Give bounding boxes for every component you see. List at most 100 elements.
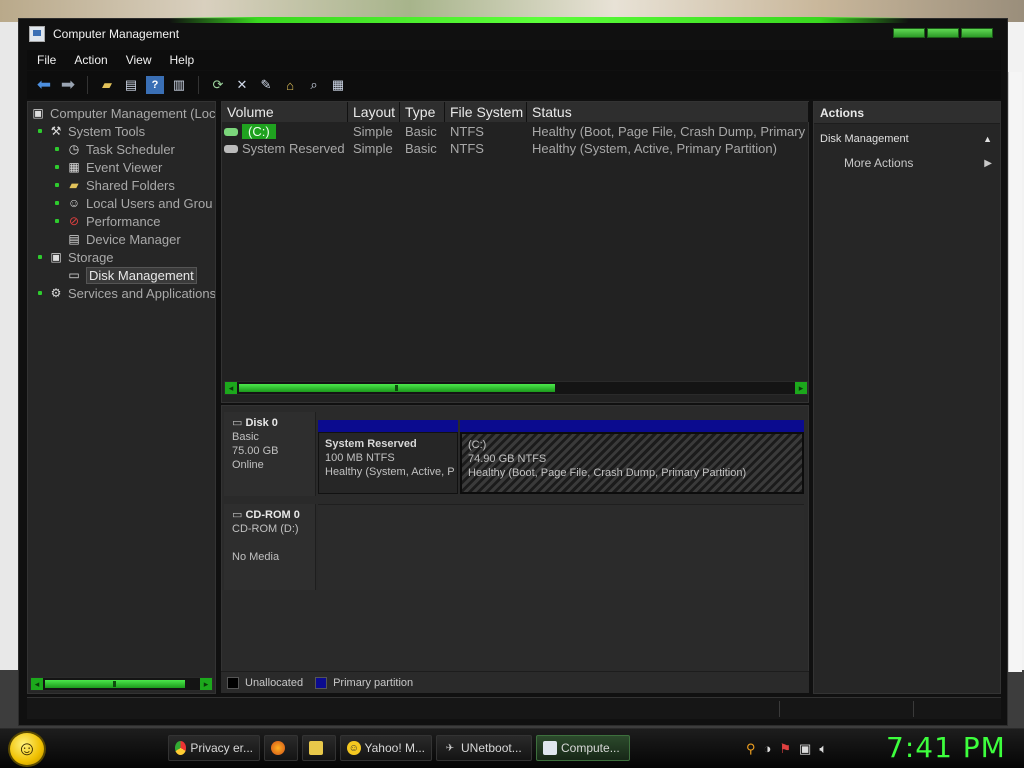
folder-up-icon[interactable]: ▰ xyxy=(98,76,116,94)
tree-horizontal-scrollbar[interactable]: ◂ ▸ xyxy=(30,677,213,691)
taskbar-item-chrome[interactable]: Privacy er... xyxy=(168,735,260,761)
desktop-vertical-scrollbar[interactable] xyxy=(1008,72,1022,672)
tree-expander[interactable] xyxy=(55,147,59,151)
scroll-right-button[interactable]: ▸ xyxy=(795,382,807,394)
drive-icon xyxy=(224,144,238,153)
tree-expander[interactable] xyxy=(55,183,59,187)
close-button[interactable] xyxy=(961,28,993,38)
system-tray: ⚲ ◑ ⚑ ▣ 🔈︎ xyxy=(746,741,827,757)
tree-item-shared-folders[interactable]: ▰ Shared Folders xyxy=(66,176,175,194)
tree-item-event-viewer[interactable]: ▦ Event Viewer xyxy=(66,158,162,176)
menu-view[interactable]: View xyxy=(126,53,152,67)
scroll-left-button[interactable]: ◂ xyxy=(225,382,237,394)
actions-section-disk-management[interactable]: Disk Management ▲ xyxy=(814,130,1000,148)
column-header-type[interactable]: Type xyxy=(400,102,445,122)
edit-icon[interactable]: ✎ xyxy=(257,76,275,94)
taskbar-item-unetbootin[interactable]: ✈ UNetboot... xyxy=(436,735,532,761)
partition-status: Healthy (System, Active, P xyxy=(325,466,455,478)
cdrom-0-label[interactable]: ▭ CD-ROM 0 CD-ROM (D:) No Media xyxy=(224,504,316,590)
task-label: UNetboot... xyxy=(461,741,522,755)
tree-expander[interactable] xyxy=(55,201,59,205)
tree-item-local-users[interactable]: ☺ Local Users and Grou xyxy=(66,194,213,212)
computer-management-window: Computer Management File Action View Hel… xyxy=(18,17,1008,726)
search-icon[interactable]: ⚲ xyxy=(746,741,756,757)
messenger-status-icon[interactable]: ◑ xyxy=(764,741,772,757)
properties-icon[interactable]: ▤ xyxy=(122,76,140,94)
partition-name: (C:) xyxy=(468,439,487,451)
tree-expander[interactable] xyxy=(38,255,42,259)
taskbar: ☺ Privacy er... ☺ Yahoo! M... ✈ UNetboot… xyxy=(0,728,1024,768)
search-icon[interactable]: ⌕ xyxy=(305,76,323,94)
refresh-icon[interactable]: ⟳ xyxy=(209,76,227,94)
partition-c-drive[interactable]: (C:) 74.90 GB NTFS Healthy (Boot, Page F… xyxy=(460,432,804,494)
column-header-volume[interactable]: Volume xyxy=(222,102,348,122)
menu-file[interactable]: File xyxy=(37,53,56,67)
computer-management-icon xyxy=(29,26,45,42)
taskbar-clock[interactable]: 7:41 PM xyxy=(886,731,1006,764)
forward-icon[interactable]: ➡ xyxy=(59,75,77,94)
window-controls xyxy=(893,28,993,38)
tree-item-services-applications[interactable]: ⚙ Services and Applications xyxy=(48,284,215,302)
maximize-button[interactable] xyxy=(927,28,959,38)
status-divider xyxy=(779,701,780,717)
tree-expander[interactable] xyxy=(38,129,42,133)
disk-graphical-view: ▭ Disk 0 Basic 75.00 GB Online System Re… xyxy=(221,405,809,693)
volume-list-horizontal-scrollbar[interactable]: ◂ ▸ xyxy=(224,381,808,395)
open-icon[interactable]: ⌂ xyxy=(281,76,299,94)
action-center-flag-icon[interactable]: ⚑ xyxy=(779,741,791,757)
collapse-icon[interactable]: ▲ xyxy=(983,134,992,144)
partition-status: Healthy (Boot, Page File, Crash Dump, Pr… xyxy=(468,467,747,479)
minimize-button[interactable] xyxy=(893,28,925,38)
tree-expander[interactable] xyxy=(55,165,59,169)
taskbar-item-yahoo-messenger[interactable]: ☺ Yahoo! M... xyxy=(340,735,432,761)
disk-0-label[interactable]: ▭ Disk 0 Basic 75.00 GB Online xyxy=(224,412,316,496)
taskbar-item-explorer[interactable] xyxy=(302,735,336,761)
taskbar-item-firefox[interactable] xyxy=(264,735,298,761)
network-icon[interactable]: ▣ xyxy=(799,741,811,757)
console-tree-icon[interactable]: ▥ xyxy=(170,76,188,94)
tree-item-storage[interactable]: ▣ Storage xyxy=(48,248,113,266)
tree-expander[interactable] xyxy=(38,291,42,295)
tree-item-performance[interactable]: ⊘ Performance xyxy=(66,212,160,230)
more-actions-item[interactable]: More Actions ▶ xyxy=(814,154,1000,172)
clock-icon: ◷ xyxy=(68,142,80,156)
actions-header: Actions xyxy=(814,102,1000,124)
scroll-left-button[interactable]: ◂ xyxy=(31,678,43,690)
more-actions-label: More Actions xyxy=(844,156,914,170)
partition-system-reserved[interactable]: System Reserved 100 MB NTFS Healthy (Sys… xyxy=(318,432,458,494)
tree-item-system-tools[interactable]: ⚒ System Tools xyxy=(48,122,145,140)
desktop-left-edge xyxy=(0,22,18,670)
title-bar[interactable]: Computer Management xyxy=(19,19,1007,49)
tree-item-disk-management[interactable]: ▭ Disk Management xyxy=(66,266,197,284)
partition-size: 100 MB NTFS xyxy=(325,452,395,464)
status-bar xyxy=(27,697,1001,719)
scroll-right-button[interactable]: ▸ xyxy=(200,678,212,690)
tree-item-task-scheduler[interactable]: ◷ Task Scheduler xyxy=(66,140,175,158)
cell-status: Healthy (System, Active, Primary Partiti… xyxy=(532,141,777,156)
column-header-layout[interactable]: Layout xyxy=(348,102,400,122)
tree-expander[interactable] xyxy=(55,219,59,223)
back-icon[interactable]: ⬅ xyxy=(35,75,53,94)
computer-icon: ▣ xyxy=(32,106,44,120)
menu-help[interactable]: Help xyxy=(170,53,195,67)
scroll-grip xyxy=(113,681,116,687)
column-header-file-system[interactable]: File System xyxy=(445,102,527,122)
settings-icon[interactable]: ▦ xyxy=(329,76,347,94)
menu-action[interactable]: Action xyxy=(74,53,107,67)
volume-icon[interactable]: 🔈︎ xyxy=(819,741,827,757)
partition-bar xyxy=(460,420,804,432)
task-label: Yahoo! M... xyxy=(364,741,425,755)
help-icon[interactable]: ? xyxy=(146,76,164,94)
volume-list: Volume Layout Type File System Status (C… xyxy=(221,101,809,403)
taskbar-item-computer-management[interactable]: Compute... xyxy=(536,735,630,761)
disk-legend: Unallocated Primary partition xyxy=(221,671,809,693)
start-button[interactable]: ☺ xyxy=(8,731,46,767)
tree-item-label: Performance xyxy=(86,213,161,229)
delete-icon[interactable]: ✕ xyxy=(233,76,251,94)
firefox-icon xyxy=(271,741,285,755)
tree-item-computer-management[interactable]: ▣ Computer Management (Loc xyxy=(30,104,215,122)
cell-volume: (C:) xyxy=(224,123,348,140)
column-header-status[interactable]: Status xyxy=(527,102,809,122)
disk-icon: ▭ xyxy=(68,268,80,282)
tree-item-device-manager[interactable]: ▤ Device Manager xyxy=(66,230,180,248)
